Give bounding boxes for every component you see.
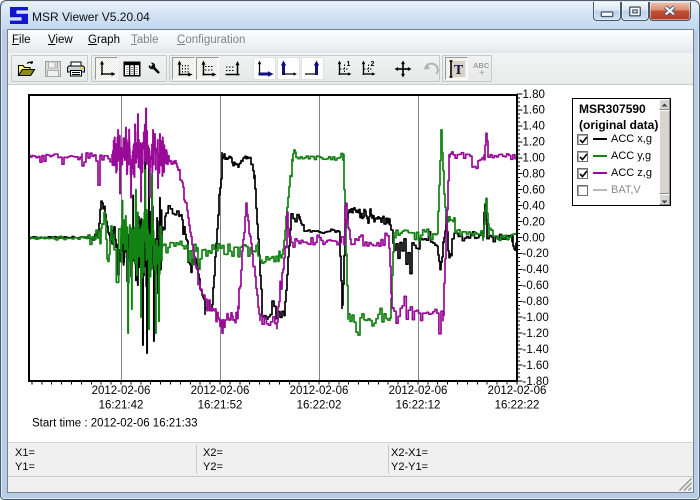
svg-text:-1.40: -1.40 (523, 344, 549, 356)
svg-text:-0.40: -0.40 (523, 264, 549, 276)
svg-text:1.80: 1.80 (523, 89, 545, 101)
svg-text:0.40: 0.40 (523, 200, 545, 212)
svg-text:2012-02-06: 2012-02-06 (290, 385, 349, 397)
svg-text:-0.20: -0.20 (523, 248, 549, 260)
svg-text:2012-02-06: 2012-02-06 (191, 385, 250, 397)
svg-text:0.00: 0.00 (523, 232, 545, 244)
svg-text:2012-02-06: 2012-02-06 (389, 385, 448, 397)
svg-text:1.40: 1.40 (523, 121, 545, 133)
svg-text:0.20: 0.20 (523, 216, 545, 228)
svg-text:1.60: 1.60 (523, 105, 545, 117)
svg-text:0.80: 0.80 (523, 169, 545, 181)
svg-text:2012-02-06: 2012-02-06 (488, 385, 547, 397)
svg-text:16:21:42: 16:21:42 (99, 400, 144, 412)
svg-text:-0.60: -0.60 (523, 280, 549, 292)
svg-text:16:21:52: 16:21:52 (198, 400, 243, 412)
svg-text:16:22:22: 16:22:22 (495, 400, 540, 412)
svg-text:0.60: 0.60 (523, 185, 545, 197)
svg-text:1.20: 1.20 (523, 137, 545, 149)
svg-text:16:22:02: 16:22:02 (297, 400, 342, 412)
svg-text:-0.80: -0.80 (523, 296, 549, 308)
svg-text:2012-02-06: 2012-02-06 (92, 385, 151, 397)
svg-text:Start time : 2012-02-06 16:21:: Start time : 2012-02-06 16:21:33 (32, 418, 198, 430)
svg-text:-1.20: -1.20 (523, 328, 549, 340)
svg-text:-1.00: -1.00 (523, 312, 549, 324)
svg-text:1.00: 1.00 (523, 153, 545, 165)
svg-text:-1.60: -1.60 (523, 360, 549, 372)
svg-text:16:22:12: 16:22:12 (396, 400, 441, 412)
